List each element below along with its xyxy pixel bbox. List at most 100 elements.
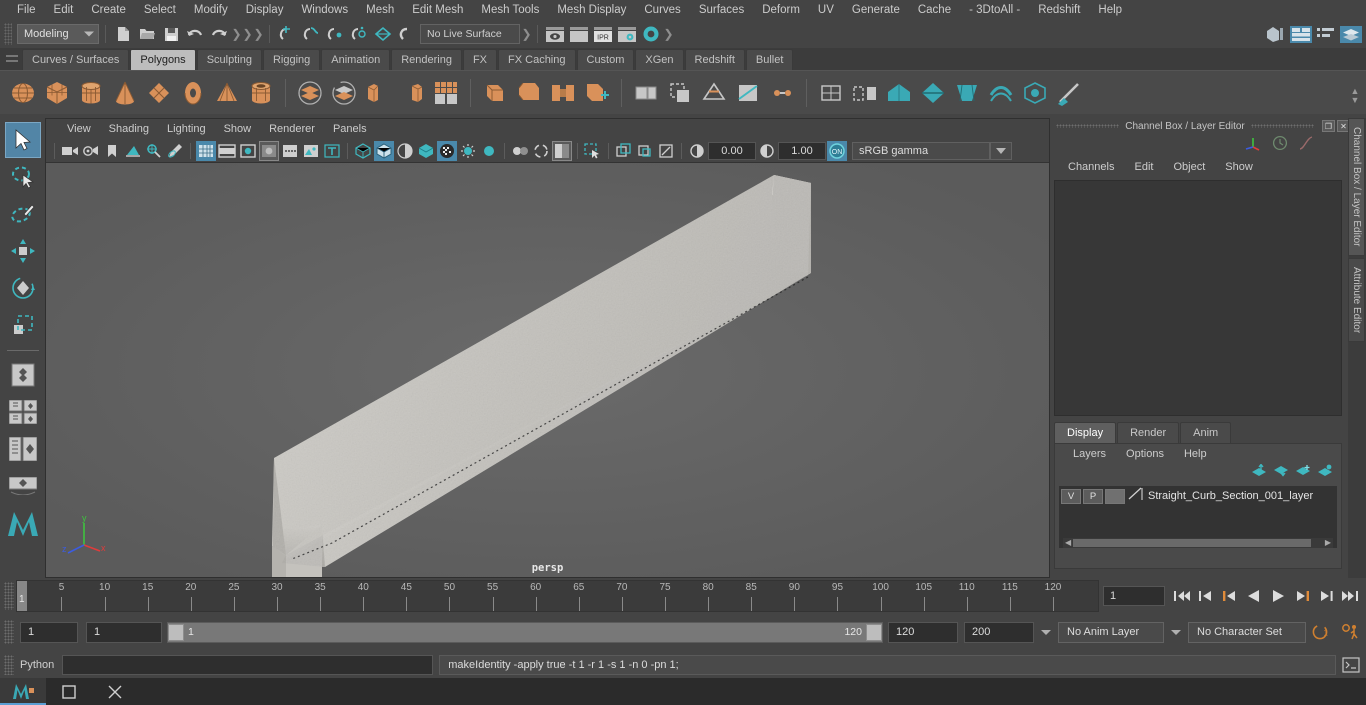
polygon-extrude-icon[interactable] <box>480 77 510 109</box>
command-line-grip[interactable] <box>4 655 14 675</box>
shelf-tab-fx-caching[interactable]: FX Caching <box>498 49 576 70</box>
step-back-key-icon[interactable] <box>1219 585 1240 607</box>
isolate-select-icon[interactable] <box>583 141 603 161</box>
shelf-tab-sculpting[interactable]: Sculpting <box>196 49 262 70</box>
menu-mesh-tools[interactable]: Mesh Tools <box>472 0 548 20</box>
polygon-pyramid-icon[interactable] <box>212 77 242 109</box>
range-start-handle[interactable] <box>168 623 184 641</box>
layer-tab-render[interactable]: Render <box>1117 422 1180 443</box>
shelf-scroll-arrows[interactable]: ▲ ▼ <box>1346 74 1364 118</box>
scrollbar-thumb[interactable] <box>1073 539 1311 547</box>
show-hide-channel-box-icon[interactable] <box>1340 23 1362 45</box>
polygon-duplicate-face-icon[interactable] <box>665 77 695 109</box>
rotate-tool-icon[interactable] <box>5 270 41 306</box>
shelf-tab-custom[interactable]: Custom <box>576 49 635 70</box>
menu-edit-mesh[interactable]: Edit Mesh <box>403 0 472 20</box>
channel-box-menu-edit[interactable]: Edit <box>1124 161 1163 173</box>
textured-icon[interactable] <box>416 141 436 161</box>
viewport-menu-lighting[interactable]: Lighting <box>158 123 215 135</box>
menu-mesh[interactable]: Mesh <box>357 0 403 20</box>
range-end-handle[interactable] <box>866 623 882 641</box>
menu-windows[interactable]: Windows <box>292 0 357 20</box>
menu-display[interactable]: Display <box>237 0 293 20</box>
viewport-3d-scene[interactable]: y x z persp <box>46 163 1049 577</box>
multisample-icon[interactable] <box>531 141 551 161</box>
snap-projected-center-icon[interactable] <box>348 23 370 45</box>
menu-3dtoall[interactable]: - 3DtoAll - <box>960 0 1029 20</box>
menu-deform[interactable]: Deform <box>753 0 809 20</box>
auto-keyframe-icon[interactable]: 1 <box>1310 621 1332 643</box>
layer-row[interactable]: V P Straight_Curb_Section_001_layer <box>1059 486 1337 504</box>
hypershade-icon[interactable] <box>640 23 662 45</box>
polygon-cleanup-icon[interactable] <box>1054 77 1084 109</box>
film-origin-icon[interactable] <box>280 141 300 161</box>
script-editor-icon[interactable] <box>1340 654 1362 676</box>
polygon-target-weld-icon[interactable] <box>767 77 797 109</box>
gamma-field[interactable]: 1.00 <box>778 141 826 160</box>
layer-menu-options[interactable]: Options <box>1116 448 1174 460</box>
snap-point-icon[interactable] <box>324 23 346 45</box>
polygon-mirror-icon[interactable] <box>850 77 880 109</box>
shelf-grip[interactable] <box>6 52 18 66</box>
move-layer-up-icon[interactable] <box>1251 463 1267 482</box>
last-tool-icon[interactable] <box>5 357 41 393</box>
polygon-multicut-icon[interactable] <box>733 77 763 109</box>
polygon-bevel-icon[interactable] <box>514 77 544 109</box>
menu-modify[interactable]: Modify <box>185 0 237 20</box>
shelf-tab-rigging[interactable]: Rigging <box>262 49 321 70</box>
polygon-crease-icon[interactable] <box>918 77 948 109</box>
select-camera-icon[interactable] <box>60 141 80 161</box>
anim-layer-combo[interactable]: No Anim Layer <box>1058 621 1164 643</box>
scroll-right-icon[interactable]: ▶ <box>1325 538 1331 548</box>
polygon-sphere-icon[interactable] <box>8 77 38 109</box>
shelf-tab-fx[interactable]: FX <box>462 49 498 70</box>
exposure-field[interactable]: 0.00 <box>708 141 756 160</box>
grease-pencil-icon[interactable] <box>165 141 185 161</box>
shadows-icon[interactable] <box>458 141 478 161</box>
current-frame-field[interactable]: 1 <box>1103 586 1165 606</box>
character-set-combo[interactable]: No Character Set <box>1188 621 1306 643</box>
two-d-pan-zoom-icon[interactable] <box>144 141 164 161</box>
show-hide-tool-settings-icon[interactable] <box>1315 23 1337 45</box>
save-scene-icon[interactable] <box>160 23 182 45</box>
layer-menu-layers[interactable]: Layers <box>1063 448 1116 460</box>
live-surface-field[interactable]: No Live Surface <box>420 24 520 44</box>
collapse-arrow-icon[interactable]: ❯ <box>521 25 531 43</box>
status-line-grip[interactable] <box>4 23 12 45</box>
menu-cache[interactable]: Cache <box>909 0 960 20</box>
safe-action-icon[interactable] <box>301 141 321 161</box>
snap-grid-icon[interactable] <box>276 23 298 45</box>
collapse-arrow-icon[interactable]: ❯ <box>242 25 252 43</box>
layer-list[interactable]: V P Straight_Curb_Section_001_layer ◀ ▶ <box>1059 486 1337 548</box>
snap-view-plane-icon[interactable] <box>372 23 394 45</box>
shelf-scroll-down-icon[interactable]: ▼ <box>1351 96 1360 105</box>
polygon-bevel-tool-icon[interactable] <box>986 77 1016 109</box>
viewport-menu-renderer[interactable]: Renderer <box>260 123 324 135</box>
polygon-booleans-union-icon[interactable] <box>295 77 325 109</box>
channel-box-menu-object[interactable]: Object <box>1163 161 1215 173</box>
layer-list-horizontal-scrollbar[interactable]: ◀ ▶ <box>1063 538 1333 548</box>
redo-icon[interactable] <box>208 23 230 45</box>
screen-space-ao-icon[interactable] <box>479 141 499 161</box>
layer-tab-anim[interactable]: Anim <box>1180 422 1232 443</box>
channel-box-clock-icon[interactable] <box>1272 135 1288 156</box>
polygon-wedge-icon[interactable] <box>631 77 661 109</box>
move-layer-down-icon[interactable] <box>1273 464 1289 482</box>
shelf-tab-xgen[interactable]: XGen <box>635 49 684 70</box>
show-hide-attribute-editor-icon[interactable] <box>1290 23 1312 45</box>
anim-layer-chevron-down-icon[interactable] <box>1041 629 1051 635</box>
viewport-menu-panels[interactable]: Panels <box>324 123 376 135</box>
polygon-cylinder-icon[interactable] <box>76 77 106 109</box>
command-language-label[interactable]: Python <box>20 659 54 671</box>
use-all-lights-icon[interactable] <box>437 140 457 161</box>
polygon-sculpt-icon[interactable] <box>884 77 914 109</box>
color-management-toggle-icon[interactable]: ON <box>827 140 847 161</box>
color-management-combo[interactable]: sRGB gamma <box>852 141 990 160</box>
collapse-arrow-icon[interactable]: ❯ <box>253 25 263 43</box>
maya-logo-icon[interactable] <box>5 505 41 541</box>
shelf-tab-curves-surfaces[interactable]: Curves / Surfaces <box>22 49 130 70</box>
panel-grip[interactable] <box>1056 124 1120 128</box>
side-tab-attribute-editor[interactable]: Attribute Editor <box>1348 257 1365 342</box>
go-to-end-icon[interactable] <box>1339 585 1360 607</box>
character-set-chevron-down-icon[interactable] <box>1171 629 1181 635</box>
